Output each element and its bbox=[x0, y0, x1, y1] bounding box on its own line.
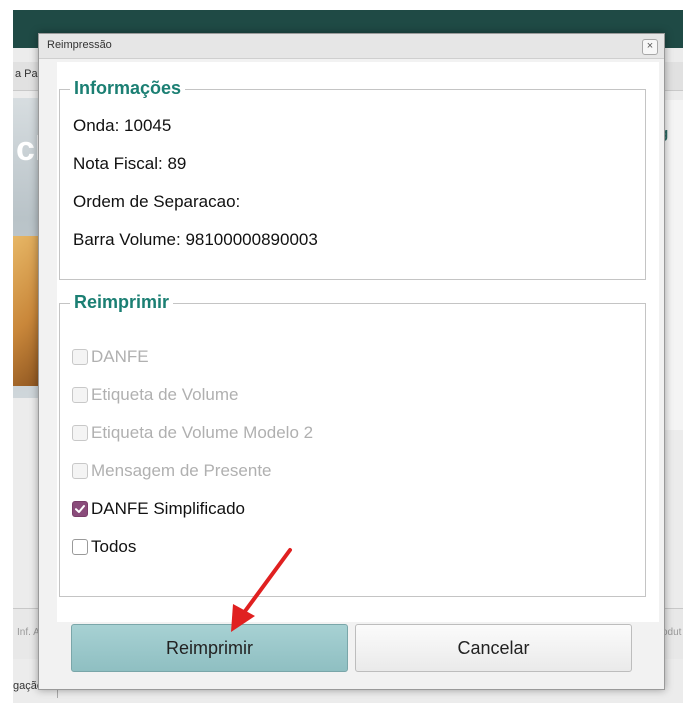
reimprimir-button[interactable]: Reimprimir bbox=[71, 624, 348, 672]
ordem-separacao-text: Ordem de Separacao: bbox=[73, 192, 241, 211]
checkbox-danfe-simplificado[interactable] bbox=[72, 501, 88, 517]
option-label[interactable]: Todos bbox=[91, 537, 136, 557]
checkmark-icon bbox=[75, 505, 85, 513]
barra-volume-text: Barra Volume: 98100000890003 bbox=[73, 230, 318, 249]
checkbox-etiqueta-volume-modelo-2 bbox=[72, 425, 88, 441]
checkbox-danfe bbox=[72, 349, 88, 365]
option-label: Etiqueta de Volume bbox=[91, 385, 239, 404]
option-etiqueta-volume: Etiqueta de Volume bbox=[72, 384, 238, 406]
option-mensagem-presente: Mensagem de Presente bbox=[72, 460, 272, 482]
reimprimir-group: Reimprimir DANFE Etiqueta de Volume Etiq… bbox=[59, 292, 646, 597]
app-tab-label[interactable]: a Pa bbox=[15, 68, 38, 80]
checkbox-mensagem-presente bbox=[72, 463, 88, 479]
checkbox-etiqueta-volume bbox=[72, 387, 88, 403]
checkbox-todos[interactable] bbox=[72, 539, 88, 555]
reimprimir-legend: Reimprimir bbox=[70, 292, 174, 313]
informacoes-legend: Informações bbox=[70, 78, 186, 99]
nota-fiscal-text: Nota Fiscal: 89 bbox=[73, 154, 187, 173]
option-danfe-simplificado[interactable]: DANFE Simplificado bbox=[72, 498, 245, 520]
cancelar-button[interactable]: Cancelar bbox=[355, 624, 632, 672]
dialog-body: Informações Onda: 10045 Nota Fiscal: 89 … bbox=[57, 62, 659, 622]
onda-text: Onda: 10045 bbox=[73, 116, 172, 135]
option-danfe: DANFE bbox=[72, 346, 149, 368]
cancelar-button-label: Cancelar bbox=[457, 637, 530, 658]
option-label: Etiqueta de Volume Modelo 2 bbox=[91, 423, 314, 442]
reimpressao-dialog: Reimpressão × Informações Onda: 10045 No… bbox=[38, 33, 665, 690]
informacoes-group: Informações Onda: 10045 Nota Fiscal: 89 … bbox=[59, 78, 646, 280]
close-icon[interactable]: × bbox=[642, 39, 658, 55]
dialog-title: Reimpressão bbox=[47, 39, 112, 51]
option-label: Mensagem de Presente bbox=[91, 461, 272, 480]
option-todos[interactable]: Todos bbox=[72, 536, 136, 558]
dialog-titlebar[interactable]: Reimpressão × bbox=[39, 34, 664, 59]
option-label: DANFE bbox=[91, 347, 149, 366]
reimprimir-button-label: Reimprimir bbox=[166, 637, 253, 658]
option-etiqueta-volume-modelo-2: Etiqueta de Volume Modelo 2 bbox=[72, 422, 313, 444]
option-label[interactable]: DANFE Simplificado bbox=[91, 499, 245, 519]
